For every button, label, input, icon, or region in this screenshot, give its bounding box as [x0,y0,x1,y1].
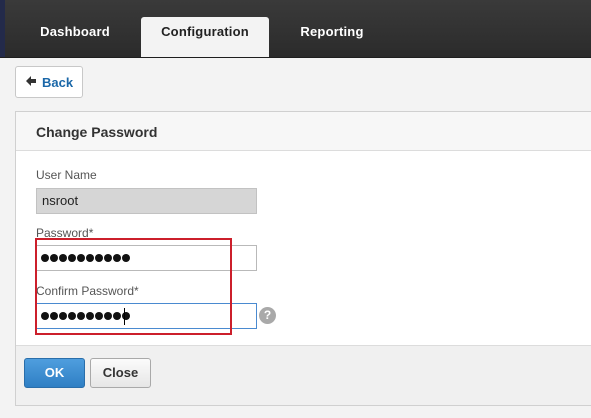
mask-dot [77,254,85,262]
username-field: nsroot [36,188,257,214]
app-window: Dashboard Configuration Reporting Back C… [0,0,591,418]
close-button[interactable]: Close [90,358,151,388]
mask-dot [95,254,103,262]
mask-dot [68,312,76,320]
mask-dot [41,312,49,320]
mask-dot [59,254,67,262]
nav-edge-accent [0,0,5,57]
mask-dot [122,254,130,262]
back-button[interactable]: Back [15,66,83,98]
back-button-label: Back [42,75,74,90]
mask-dot [104,254,112,262]
panel-header: Change Password [16,112,591,151]
password-field[interactable] [36,245,257,271]
tab-reporting[interactable]: Reporting [286,17,378,57]
help-icon[interactable]: ? [259,307,276,324]
panel-footer: OK Close [16,345,591,405]
mask-dot [50,254,58,262]
change-password-panel: Change Password User Name nsroot Passwor… [15,111,591,406]
password-mask [41,254,130,263]
panel-title: Change Password [36,124,158,140]
top-nav-bar: Dashboard Configuration Reporting [0,0,591,58]
username-value: nsroot [42,193,79,208]
back-arrow-icon [26,76,36,86]
mask-dot [95,312,103,320]
mask-dot [86,254,94,262]
text-caret [124,308,125,325]
confirm-password-label: Confirm Password* [36,284,139,298]
password-label: Password* [36,226,94,240]
confirm-password-field[interactable] [36,303,257,329]
mask-dot [59,312,67,320]
mask-dot [113,312,121,320]
mask-dot [104,312,112,320]
mask-dot [41,254,49,262]
username-label: User Name [36,168,97,182]
tab-configuration[interactable]: Configuration [141,17,269,57]
mask-dot [68,254,76,262]
ok-button[interactable]: OK [24,358,85,388]
mask-dot [77,312,85,320]
mask-dot [50,312,58,320]
mask-dot [86,312,94,320]
mask-dot [113,254,121,262]
tab-dashboard[interactable]: Dashboard [26,17,124,57]
confirm-password-mask [41,312,130,321]
